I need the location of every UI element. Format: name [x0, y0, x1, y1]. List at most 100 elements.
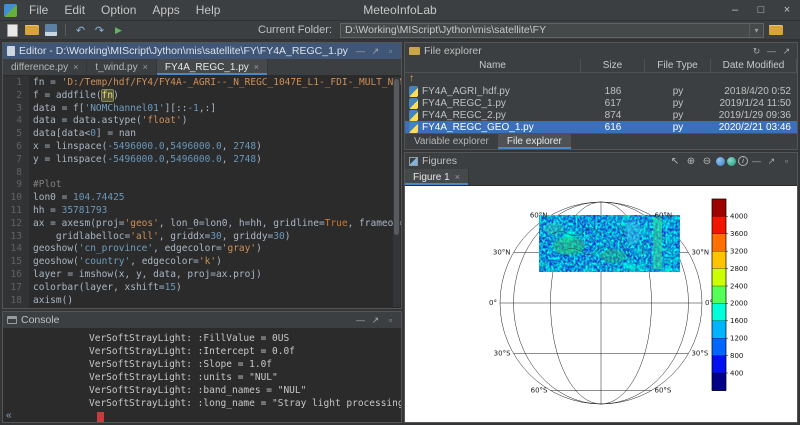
figure-tab-label: Figure 1 [413, 172, 450, 183]
console-icon [7, 316, 17, 324]
open-folder-icon [25, 25, 39, 35]
menu-bar: FileEditOptionAppsHelp MeteoInfoLab –□× [0, 0, 800, 21]
menu-option[interactable]: Option [93, 3, 144, 17]
meteoinfolab-window: FileEditOptionAppsHelp MeteoInfoLab –□× … [0, 0, 800, 425]
console-output[interactable]: VerSoftStrayLight: :FillValue = 0US VerSo… [3, 328, 401, 422]
scroll-left-icon[interactable]: « [6, 410, 12, 421]
maximize-button[interactable]: □ [748, 0, 774, 20]
tab-file-explorer[interactable]: File explorer [498, 134, 571, 149]
figure-canvas[interactable]: 60°N60°N30°N30°N0°0°30°S30°S60°S60°S4000… [405, 186, 797, 422]
zoom-out-icon[interactable]: ⊖ [700, 156, 714, 167]
minimize-icon[interactable]: — [354, 46, 367, 56]
file-table-body: ↑FY4A_AGRI_hdf.py186py2018/4/20 0:52FY4A… [405, 73, 797, 133]
new-file-button[interactable] [5, 23, 20, 38]
workspace: Editor - D:\Working\MIScript\Jython\mis\… [0, 40, 800, 425]
svg-text:60°S: 60°S [531, 386, 548, 394]
figure-tabbar: Figure 1 × [405, 169, 797, 186]
maximize-icon[interactable]: ▫ [384, 315, 397, 325]
map-figure: 60°N60°N30°N30°N0°0°30°S30°S60°S60°S4000… [405, 186, 797, 422]
console-cursor [97, 412, 104, 422]
minimize-icon[interactable]: — [354, 315, 367, 325]
new-file-icon [7, 24, 18, 37]
close-icon[interactable]: × [455, 172, 460, 182]
current-folder-combo: ▾ [340, 23, 764, 38]
select-arrow-icon[interactable]: ↖ [668, 156, 682, 167]
combo-dropdown-icon[interactable]: ▾ [749, 24, 763, 37]
figures-icon [409, 157, 418, 166]
float-icon[interactable]: ↗ [780, 46, 793, 57]
column-header-name[interactable]: Name [405, 59, 581, 72]
file-row[interactable]: FY4A_AGRI_hdf.py186py2018/4/20 0:52 [405, 85, 797, 97]
tab-figure-1[interactable]: Figure 1 × [405, 169, 469, 185]
browse-folder-button[interactable] [768, 23, 783, 38]
editor-tab-t_wind.py[interactable]: t_wind.py× [87, 59, 157, 75]
open-file-button[interactable] [24, 23, 39, 38]
run-script-button[interactable]: ▶ [111, 23, 126, 38]
menu-apps[interactable]: Apps [144, 3, 187, 17]
up-directory-icon: ↑ [409, 74, 414, 84]
code-line: 1fn = 'D:/Temp/hdf/FY4/FY4A-_AGRI--_N_RE… [3, 77, 401, 90]
menu-file[interactable]: File [21, 3, 56, 17]
editor-scrollbar[interactable] [393, 77, 400, 307]
column-header-file-type[interactable]: File Type [645, 59, 711, 72]
file-explorer-panel: File explorer ↻ — ↗ NameSizeFile TypeDat… [404, 42, 798, 150]
code-line: 9#Plot [3, 179, 401, 192]
float-icon[interactable]: ↗ [369, 46, 382, 57]
float-icon[interactable]: ↗ [369, 315, 382, 326]
editor-tab-FY4A_REGC_1.py[interactable]: FY4A_REGC_1.py× [157, 59, 268, 75]
editor-code[interactable]: 1fn = 'D:/Temp/hdf/FY4/FY4A-_AGRI--_N_RE… [3, 76, 401, 308]
scrollbar-thumb[interactable] [394, 79, 399, 235]
file-row[interactable]: FY4A_REGC_1.py617py2019/1/24 11:50 [405, 97, 797, 109]
figures-title-bar: Figures ↖ ⊕ ⊖ i — ↗ ▫ [405, 153, 797, 169]
save-button[interactable] [43, 23, 58, 38]
code-line: 6x = linspace(-5496000.0,5496000.0, 2748… [3, 141, 401, 154]
zoom-in-icon[interactable]: ⊕ [684, 156, 698, 167]
column-header-date-modified[interactable]: Date Modified [711, 59, 797, 72]
minimize-button[interactable]: – [722, 0, 748, 20]
code-line: 10lon0 = 104.74425 [3, 192, 401, 205]
current-folder-input[interactable] [341, 24, 749, 36]
console-line: VerSoftStrayLight: :Slope = 1.0f [89, 358, 401, 371]
menu-edit[interactable]: Edit [56, 3, 93, 17]
redo-button[interactable]: ↷ [92, 23, 107, 38]
close-button[interactable]: × [774, 0, 800, 20]
console-panel: Console — ↗ ▫ VerSoftStrayLight: :FillVa… [2, 311, 402, 423]
svg-text:4000: 4000 [730, 213, 748, 221]
code-line: 8 [3, 167, 401, 180]
file-row[interactable]: FY4A_REGC_2.py874py2019/1/29 09:36 [405, 109, 797, 121]
explorer-tabs: Variable explorerFile explorer [405, 133, 797, 149]
maximize-icon[interactable]: ▫ [780, 156, 793, 166]
file-row[interactable]: FY4A_REGC_GEO_1.py616py2020/2/21 03:46 [405, 121, 797, 133]
console-line: VerSoftStrayLight: :FillValue = 0US [89, 332, 401, 345]
svg-text:30°S: 30°S [691, 350, 708, 358]
menu-help[interactable]: Help [188, 3, 229, 17]
code-line: 11hh = 35781793 [3, 205, 401, 218]
undo-button[interactable]: ↶ [73, 23, 88, 38]
editor-icon [7, 46, 15, 56]
editor-tab-difference.py[interactable]: difference.py× [3, 59, 87, 75]
globe-icon[interactable] [716, 157, 725, 166]
svg-text:60°N: 60°N [655, 212, 673, 220]
tab-variable-explorer[interactable]: Variable explorer [405, 134, 498, 149]
svg-text:0°: 0° [489, 299, 497, 307]
editor-title: Editor - D:\Working\MIScript\Jython\mis\… [19, 45, 348, 57]
file-row[interactable]: ↑ [405, 73, 797, 85]
close-tab-icon[interactable]: × [73, 62, 78, 72]
editor-panel: Editor - D:\Working\MIScript\Jython\mis\… [2, 42, 402, 309]
folder-browse-icon [769, 25, 783, 35]
svg-text:30°N: 30°N [691, 249, 709, 257]
console-line: VerSoftStrayLight: :band_names = "NUL" [89, 384, 401, 397]
maximize-icon[interactable]: ▫ [384, 46, 397, 56]
window-controls: –□× [722, 0, 800, 20]
close-tab-icon[interactable]: × [143, 62, 148, 72]
refresh-icon[interactable]: ↻ [750, 46, 763, 57]
minimize-icon[interactable]: — [750, 156, 763, 166]
minimize-icon[interactable]: — [765, 46, 778, 56]
close-tab-icon[interactable]: × [254, 62, 259, 72]
identify-icon[interactable]: i [738, 156, 748, 166]
svg-text:800: 800 [730, 352, 743, 360]
column-header-size[interactable]: Size [581, 59, 645, 72]
full-extent-icon[interactable] [727, 157, 736, 166]
float-icon[interactable]: ↗ [765, 156, 778, 167]
svg-text:1600: 1600 [730, 317, 748, 325]
